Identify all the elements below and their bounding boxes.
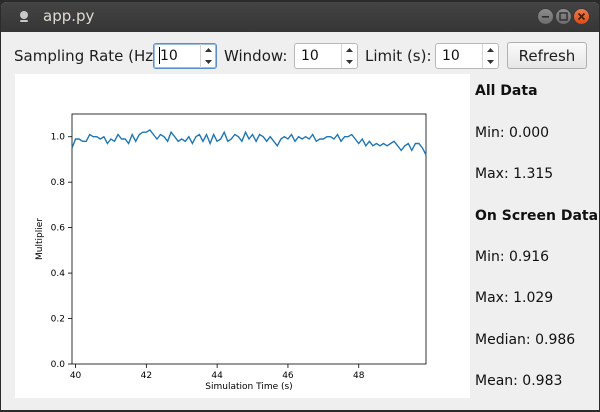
y-tick-label-4: 0.8 — [51, 178, 66, 188]
y-axis-label: Multiplier — [35, 218, 45, 260]
sampling-rate-value: 10 — [160, 48, 178, 64]
limit-spinbox[interactable]: 10 — [435, 43, 499, 69]
y-tick-label-5: 1.0 — [51, 133, 66, 143]
on-screen-mean: Mean: 0.983 — [475, 373, 563, 389]
spin-down-icon[interactable] — [483, 56, 498, 68]
limit-arrows — [482, 44, 498, 68]
minimize-icon[interactable] — [537, 8, 554, 25]
on-screen-min: Min: 0.916 — [475, 249, 550, 265]
on-screen-max: Max: 1.029 — [475, 290, 554, 306]
y-tick-label-3: 0.6 — [51, 224, 66, 234]
window-arrows — [341, 44, 357, 68]
sampling-rate-spinbox[interactable]: 10 — [153, 43, 217, 69]
x-tick-label-3: 46 — [282, 371, 294, 381]
title-bar[interactable]: app.py — [1, 2, 599, 32]
app-window: app.py Sampling Rate (Hz): 10 Window: 10… — [1, 2, 599, 410]
line-chart: 40 42 44 46 48 0.0 0.2 0.4 0.6 0.8 1.0 Simulation T… — [35, 113, 427, 392]
window-spinbox[interactable]: 10 — [294, 43, 358, 69]
spin-down-icon[interactable] — [201, 56, 216, 68]
limit-label: Limit (s): — [365, 47, 432, 65]
window-value: 10 — [301, 48, 319, 64]
spin-up-icon[interactable] — [483, 44, 498, 56]
limit-value: 10 — [442, 48, 460, 64]
window-title: app.py — [43, 7, 95, 25]
y-tick-label-2: 0.4 — [51, 269, 66, 279]
x-axis-label: Simulation Time (s) — [205, 382, 292, 392]
on-screen-data-heading: On Screen Data — [475, 208, 599, 224]
x-tick-label-4: 48 — [353, 371, 365, 381]
spin-down-icon[interactable] — [342, 56, 357, 68]
spin-up-icon[interactable] — [342, 44, 357, 56]
x-tick-label-2: 44 — [211, 371, 223, 381]
close-icon[interactable] — [573, 8, 590, 25]
x-tick-label-1: 42 — [141, 371, 152, 381]
app-icon — [20, 11, 28, 22]
window-label: Window: — [224, 47, 288, 65]
on-screen-median: Median: 0.986 — [475, 332, 576, 348]
spin-up-icon[interactable] — [201, 44, 216, 56]
all-data-max: Max: 1.315 — [475, 166, 554, 182]
sampling-rate-arrows — [200, 44, 216, 68]
all-data-min: Min: 0.000 — [475, 125, 550, 141]
y-tick-label-0: 0.0 — [51, 360, 66, 370]
maximize-icon[interactable] — [555, 8, 572, 25]
plot-panel: 40 42 44 46 48 0.0 0.2 0.4 0.6 0.8 1.0 Simulation T… — [15, 74, 470, 398]
all-data-heading: All Data — [475, 83, 538, 99]
refresh-button[interactable]: Refresh — [507, 42, 587, 69]
x-tick-label-0: 40 — [70, 371, 82, 381]
y-tick-label-1: 0.2 — [51, 315, 65, 325]
plot-frame — [71, 113, 427, 365]
sampling-rate-label: Sampling Rate (Hz): — [14, 47, 165, 65]
